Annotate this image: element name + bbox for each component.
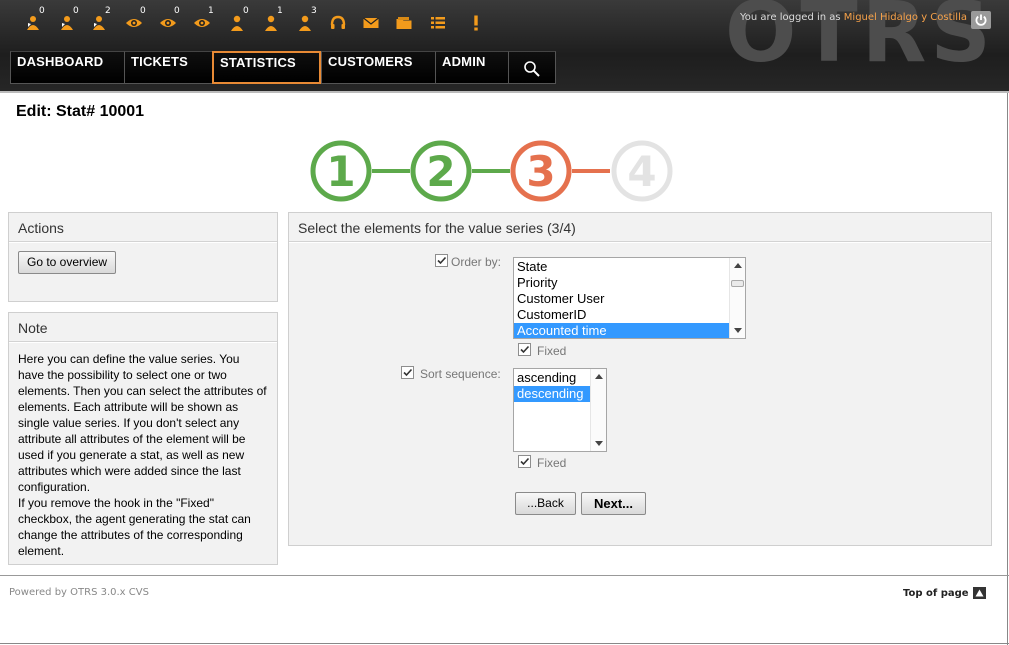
powered-by-link[interactable]: Powered by OTRS 3.0.x CVS — [9, 587, 149, 598]
scroll-up-icon[interactable] — [595, 374, 603, 379]
svg-text:4: 4 — [627, 147, 656, 196]
arrow-up-icon — [972, 587, 986, 599]
status-view-icon[interactable] — [427, 10, 449, 36]
right-border — [1007, 93, 1008, 645]
sort-sequence-scrollbar[interactable] — [590, 369, 606, 451]
footer-divider — [0, 575, 1009, 576]
responsible-tickets-new-icon[interactable]: 0 — [226, 6, 249, 36]
page-title: Edit: Stat# 10001 — [16, 103, 145, 120]
toolbar-count: 3 — [311, 6, 317, 16]
header: OTRS 002001013 You are logged in as Migu… — [0, 0, 1009, 91]
note-text: Here you can define the value series. Yo… — [9, 343, 277, 559]
watched-tickets-total-icon[interactable]: 1 — [191, 6, 214, 36]
toolbar-count: 0 — [243, 6, 249, 16]
actions-box: Actions Go to overview — [8, 212, 278, 302]
nav-statistics[interactable]: STATISTICS — [212, 51, 321, 84]
svg-text:2: 2 — [426, 147, 455, 196]
go-to-overview-button[interactable]: Go to overview — [18, 251, 117, 274]
svg-text:3: 3 — [526, 147, 555, 196]
note-paragraph-2: If you remove the hook in the "Fixed" ch… — [18, 496, 251, 558]
queue-view-icon[interactable] — [393, 10, 415, 36]
step-1-icon: 1 — [310, 140, 372, 202]
nav-customers[interactable]: CUSTOMERS — [321, 51, 435, 84]
watched-tickets-new-icon[interactable]: 0 — [123, 6, 146, 36]
svg-text:1: 1 — [326, 147, 355, 196]
nav-search[interactable] — [508, 51, 556, 84]
toolbar-count: 1 — [208, 6, 214, 16]
back-button[interactable]: ...Back — [515, 492, 576, 515]
sort-sequence-checkbox[interactable] — [401, 366, 414, 379]
checkmark-icon — [437, 256, 447, 265]
login-prefix: You are logged in as — [739, 12, 841, 23]
scroll-down-icon[interactable] — [734, 328, 742, 333]
toolbar-count: 1 — [277, 6, 283, 16]
login-info: You are logged in as Miguel Hidalgo y Co… — [740, 12, 967, 23]
order-by-option[interactable]: Priority — [514, 275, 729, 291]
sort-sequence-label: Sort sequence: — [420, 367, 501, 381]
power-icon — [975, 14, 987, 26]
step-4-icon: 4 — [611, 140, 673, 202]
order-by-option[interactable]: Accounted time — [514, 323, 729, 338]
order-by-option[interactable]: CustomerID — [514, 307, 729, 323]
top-of-page-link[interactable]: Top of page — [903, 587, 986, 599]
order-by-option[interactable]: Customer User — [514, 291, 729, 307]
main-navigation: DASHBOARD TICKETS STATISTICS CUSTOMERS A… — [10, 51, 556, 84]
wizard-steps: 1 2 3 4 — [310, 140, 673, 202]
header-divider — [0, 91, 1009, 93]
sort-sequence-listbox[interactable]: ascending descending — [513, 368, 607, 452]
phone-ticket-icon[interactable] — [327, 10, 349, 36]
locked-tickets-reminder-icon[interactable]: 0 — [56, 6, 79, 36]
bottom-border — [0, 643, 1009, 644]
note-paragraph-1: Here you can define the value series. Yo… — [18, 352, 267, 494]
search-icon — [524, 60, 540, 77]
order-by-label: Order by: — [451, 255, 502, 269]
locked-tickets-new-icon[interactable]: 0 — [22, 6, 45, 36]
step-2-icon: 2 — [410, 140, 472, 202]
order-by-scrollbar[interactable] — [729, 258, 745, 338]
locked-tickets-total-icon[interactable]: 2 — [88, 6, 111, 36]
order-by-listbox[interactable]: State Priority Customer User CustomerID Acco… — [513, 257, 746, 339]
toolbar-count: 0 — [140, 6, 146, 16]
user-name-link[interactable]: Miguel Hidalgo y Costilla — [844, 12, 967, 23]
toolbar-count: 2 — [105, 6, 111, 16]
scroll-down-icon[interactable] — [595, 441, 603, 446]
next-button[interactable]: Next... — [581, 492, 646, 515]
value-series-title: Select the elements for the value series… — [289, 213, 991, 242]
scroll-thumb[interactable] — [731, 280, 744, 287]
checkmark-icon — [520, 457, 530, 466]
scroll-up-icon[interactable] — [734, 263, 742, 268]
escalation-view-icon[interactable] — [465, 10, 487, 36]
order-by-checkbox[interactable] — [435, 254, 448, 267]
responsible-tickets-reminder-icon[interactable]: 1 — [260, 6, 283, 36]
sort-sequence-option[interactable]: ascending — [514, 370, 590, 386]
value-series-box: Select the elements for the value series… — [288, 212, 992, 546]
nav-dashboard[interactable]: DASHBOARD — [10, 51, 124, 84]
nav-tickets[interactable]: TICKETS — [124, 51, 212, 84]
note-box: Note Here you can define the value serie… — [8, 312, 278, 565]
toolbar-count: 0 — [174, 6, 180, 16]
sort-sequence-fixed-checkbox[interactable] — [518, 455, 531, 468]
order-by-option[interactable]: State — [514, 259, 729, 275]
watched-tickets-reminder-icon[interactable]: 0 — [157, 6, 180, 36]
email-ticket-icon[interactable] — [360, 10, 382, 36]
top-of-page-label: Top of page — [903, 587, 969, 599]
toolbar-count: 0 — [39, 6, 45, 16]
responsible-tickets-total-icon[interactable]: 3 — [294, 6, 317, 36]
actions-title: Actions — [9, 213, 277, 242]
sort-sequence-option[interactable]: descending — [514, 386, 590, 402]
step-3-icon: 3 — [510, 140, 572, 202]
nav-admin[interactable]: ADMIN — [435, 51, 508, 84]
order-by-fixed-checkbox[interactable] — [518, 343, 531, 356]
logout-button[interactable] — [971, 11, 991, 29]
note-title: Note — [9, 313, 277, 342]
toolbar-count: 0 — [73, 6, 79, 16]
sort-sequence-fixed-label: Fixed — [537, 456, 567, 470]
checkmark-icon — [520, 345, 530, 354]
order-by-fixed-label: Fixed — [537, 344, 567, 358]
checkmark-icon — [403, 368, 413, 377]
